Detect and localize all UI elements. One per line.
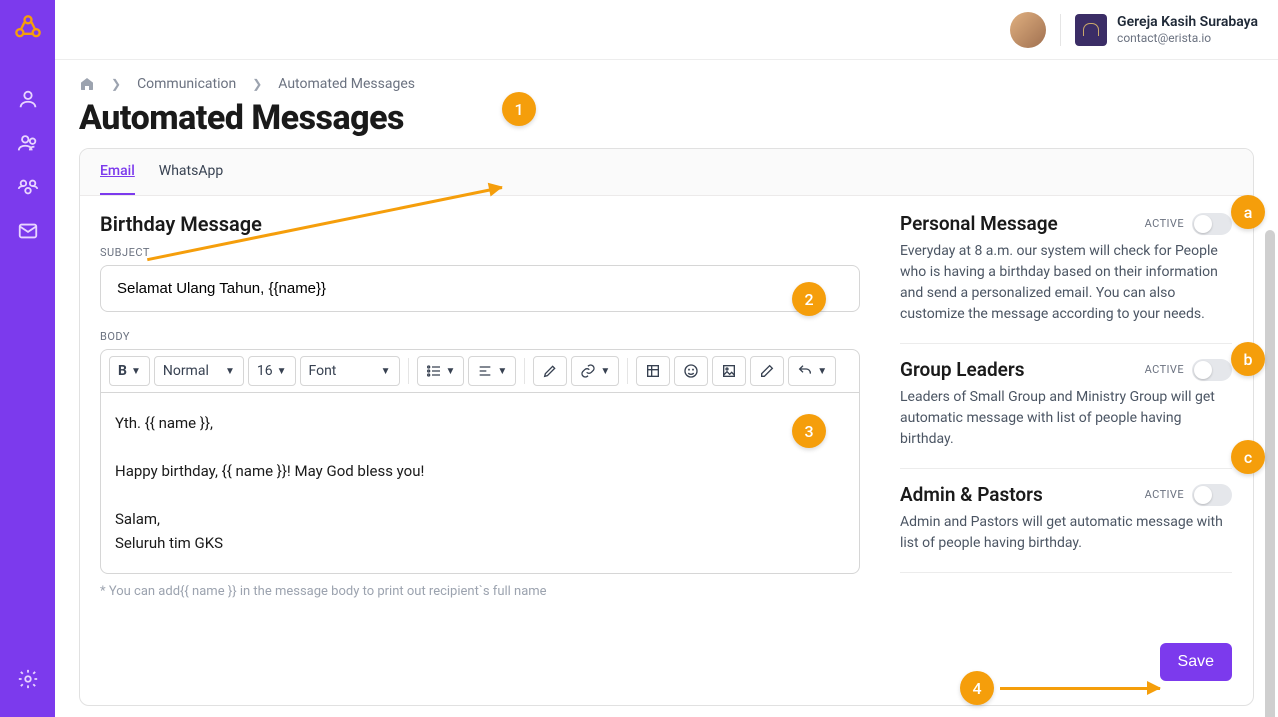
toolbar-style-select[interactable]: Normal ▼ [154, 356, 244, 386]
admin-pastors-title: Admin & Pastors [900, 483, 1043, 506]
toolbar-bold-button[interactable]: B ▼ [109, 356, 150, 386]
editor-hint: * You can add{{ name }} in the message b… [100, 584, 860, 599]
section-title: Birthday Message [100, 212, 860, 236]
breadcrumb: ❯ Communication ❯ Automated Messages [79, 76, 1254, 92]
group-leaders-title: Group Leaders [900, 358, 1025, 381]
annotation-marker-2: 2 [792, 282, 826, 316]
org-email: contact@erista.io [1117, 31, 1258, 45]
org-name: Gereja Kasih Surabaya [1117, 14, 1258, 31]
content: ❯ Communication ❯ Automated Messages Aut… [55, 60, 1278, 717]
list-icon [426, 363, 442, 379]
sidebar [0, 0, 55, 717]
tab-email[interactable]: Email [100, 163, 135, 195]
breadcrumb-item[interactable]: Automated Messages [278, 76, 415, 92]
image-icon [721, 363, 737, 379]
scrollbar[interactable] [1265, 230, 1275, 717]
card: Email WhatsApp Birthday Message SUBJECT … [79, 148, 1254, 706]
body-label: BODY [100, 330, 860, 343]
home-icon[interactable] [79, 76, 95, 92]
toolbar-size-select[interactable]: 16▼ [248, 356, 296, 386]
breadcrumb-item[interactable]: Communication [137, 76, 236, 92]
org-block[interactable]: Gereja Kasih Surabaya contact@erista.io [1075, 14, 1258, 46]
toolbar-align-button[interactable]: ▼ [468, 356, 516, 386]
toolbar-font-select[interactable]: Font ▼ [300, 356, 400, 386]
active-label: ACTIVE [1145, 488, 1184, 501]
annotation-marker-c: c [1231, 440, 1265, 474]
tab-whatsapp[interactable]: WhatsApp [159, 163, 223, 195]
sidebar-item-settings[interactable] [10, 661, 46, 697]
admin-pastors-desc: Admin and Pastors will get automatic mes… [900, 512, 1232, 554]
app-logo-icon [14, 14, 42, 49]
eraser-icon [759, 363, 775, 379]
toolbar-link-button[interactable]: ▼ [571, 356, 619, 386]
align-icon [477, 363, 493, 379]
user-avatar[interactable] [1010, 12, 1046, 48]
annotation-marker-1: 1 [502, 92, 536, 126]
chevron-right-icon: ❯ [252, 77, 262, 91]
annotation-marker-4: 4 [960, 671, 994, 705]
sidebar-item-groups[interactable] [10, 169, 46, 205]
active-label: ACTIVE [1145, 363, 1184, 376]
page-title: Automated Messages [79, 98, 1254, 138]
divider [1060, 14, 1061, 46]
table-icon [645, 363, 661, 379]
toolbar-list-ul-button[interactable]: ▼ [417, 356, 465, 386]
toolbar-table-button[interactable] [636, 356, 670, 386]
toolbar-undo-button[interactable]: ▼ [788, 356, 836, 386]
bold-icon: B [118, 363, 127, 379]
emoji-icon [683, 363, 699, 379]
active-label: ACTIVE [1145, 217, 1184, 230]
main: Gereja Kasih Surabaya contact@erista.io … [55, 0, 1278, 717]
sidebar-item-person[interactable] [10, 81, 46, 117]
subject-input[interactable] [100, 265, 860, 312]
chevron-right-icon: ❯ [111, 77, 121, 91]
editor-body[interactable]: Yth. {{ name }}, Happy birthday, {{ name… [100, 392, 860, 574]
sidebar-item-people[interactable] [10, 125, 46, 161]
personal-message-toggle[interactable] [1192, 213, 1232, 235]
org-logo-icon [1075, 14, 1107, 46]
admin-pastors-toggle[interactable] [1192, 484, 1232, 506]
group-leaders-desc: Leaders of Small Group and Ministry Grou… [900, 387, 1232, 450]
right-column: Personal Message ACTIVE Everyday at 8 a.… [892, 212, 1232, 681]
topbar: Gereja Kasih Surabaya contact@erista.io [55, 0, 1278, 60]
toolbar-pencil-button[interactable] [533, 356, 567, 386]
tabs: Email WhatsApp [80, 149, 1253, 196]
personal-message-title: Personal Message [900, 212, 1058, 235]
group-leaders-toggle[interactable] [1192, 359, 1232, 381]
editor-toolbar: B ▼ Normal ▼ 16▼ Font ▼ ▼ ▼ ▼ [100, 349, 860, 392]
left-column: Birthday Message SUBJECT BODY B ▼ Normal… [100, 212, 860, 681]
personal-message-desc: Everyday at 8 a.m. our system will check… [900, 241, 1232, 325]
toolbar-eraser-button[interactable] [750, 356, 784, 386]
toolbar-image-button[interactable] [712, 356, 746, 386]
annotation-marker-a: a [1231, 195, 1265, 229]
annotation-marker-b: b [1231, 342, 1265, 376]
pencil-icon [542, 363, 558, 379]
link-icon [580, 363, 596, 379]
subject-label: SUBJECT [100, 246, 860, 259]
toolbar-emoji-button[interactable] [674, 356, 708, 386]
save-button[interactable]: Save [1160, 643, 1232, 681]
annotation-arrow-4 [1000, 687, 1160, 690]
sidebar-item-mail[interactable] [10, 213, 46, 249]
annotation-marker-3: 3 [792, 414, 826, 448]
undo-icon [797, 363, 813, 379]
